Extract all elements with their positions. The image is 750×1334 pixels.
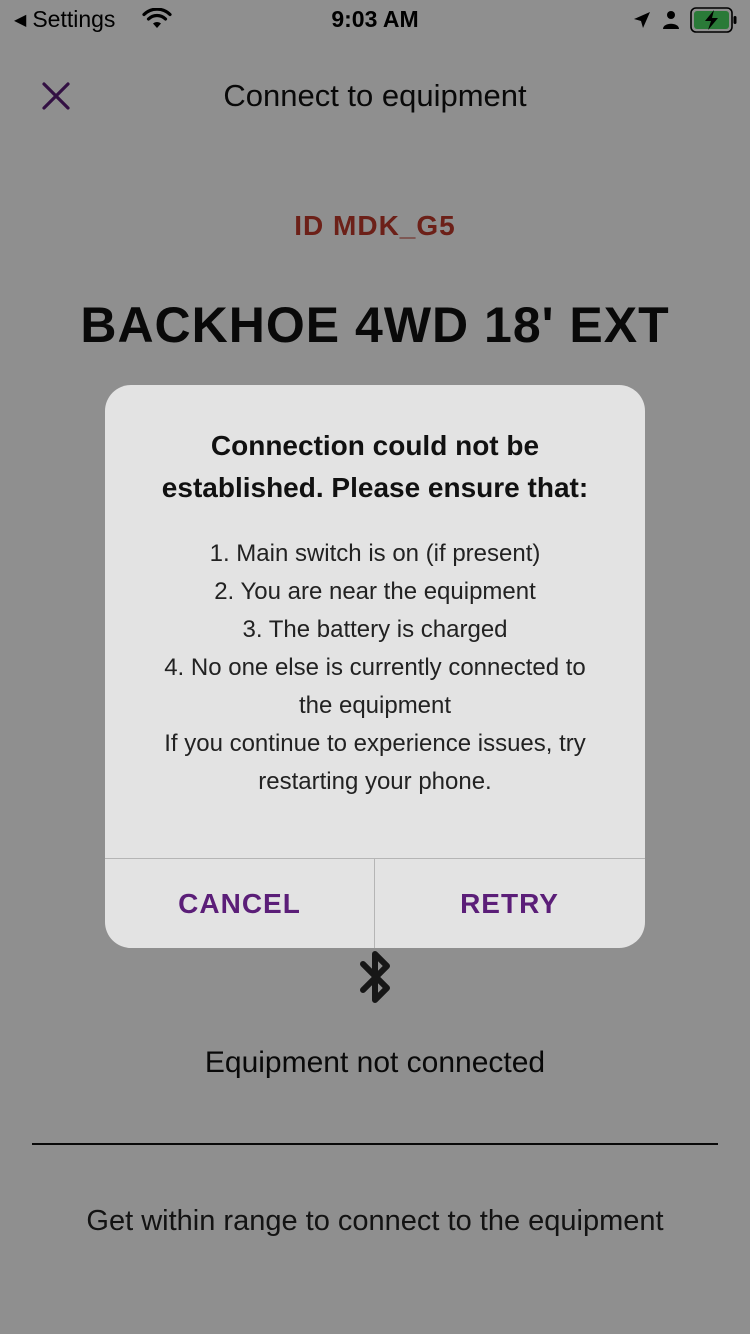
alert-line: 1. Main switch is on (if present) — [209, 540, 541, 567]
connection-error-alert: Connection could not be established. Ple… — [105, 385, 645, 948]
alert-title-line-2: established. Please ensure that: — [161, 472, 589, 503]
alert-title: Connection could not be established. Ple… — [145, 425, 605, 509]
alert-line: 3. The battery is charged — [242, 616, 508, 643]
alert-title-line-1: Connection could not be — [210, 430, 540, 461]
alert-line: the equipment — [298, 692, 452, 719]
retry-button[interactable]: RETRY — [375, 859, 644, 948]
alert-line: 2. You are near the equipment — [214, 578, 536, 605]
cancel-button[interactable]: CANCEL — [105, 859, 374, 948]
alert-message: 1. Main switch is on (if present) 2. You… — [125, 535, 625, 801]
alert-line: 4. No one else is currently connected to — [164, 654, 586, 681]
alert-line: restarting your phone. — [258, 768, 492, 795]
alert-line: If you continue to experience issues, tr… — [164, 730, 586, 757]
